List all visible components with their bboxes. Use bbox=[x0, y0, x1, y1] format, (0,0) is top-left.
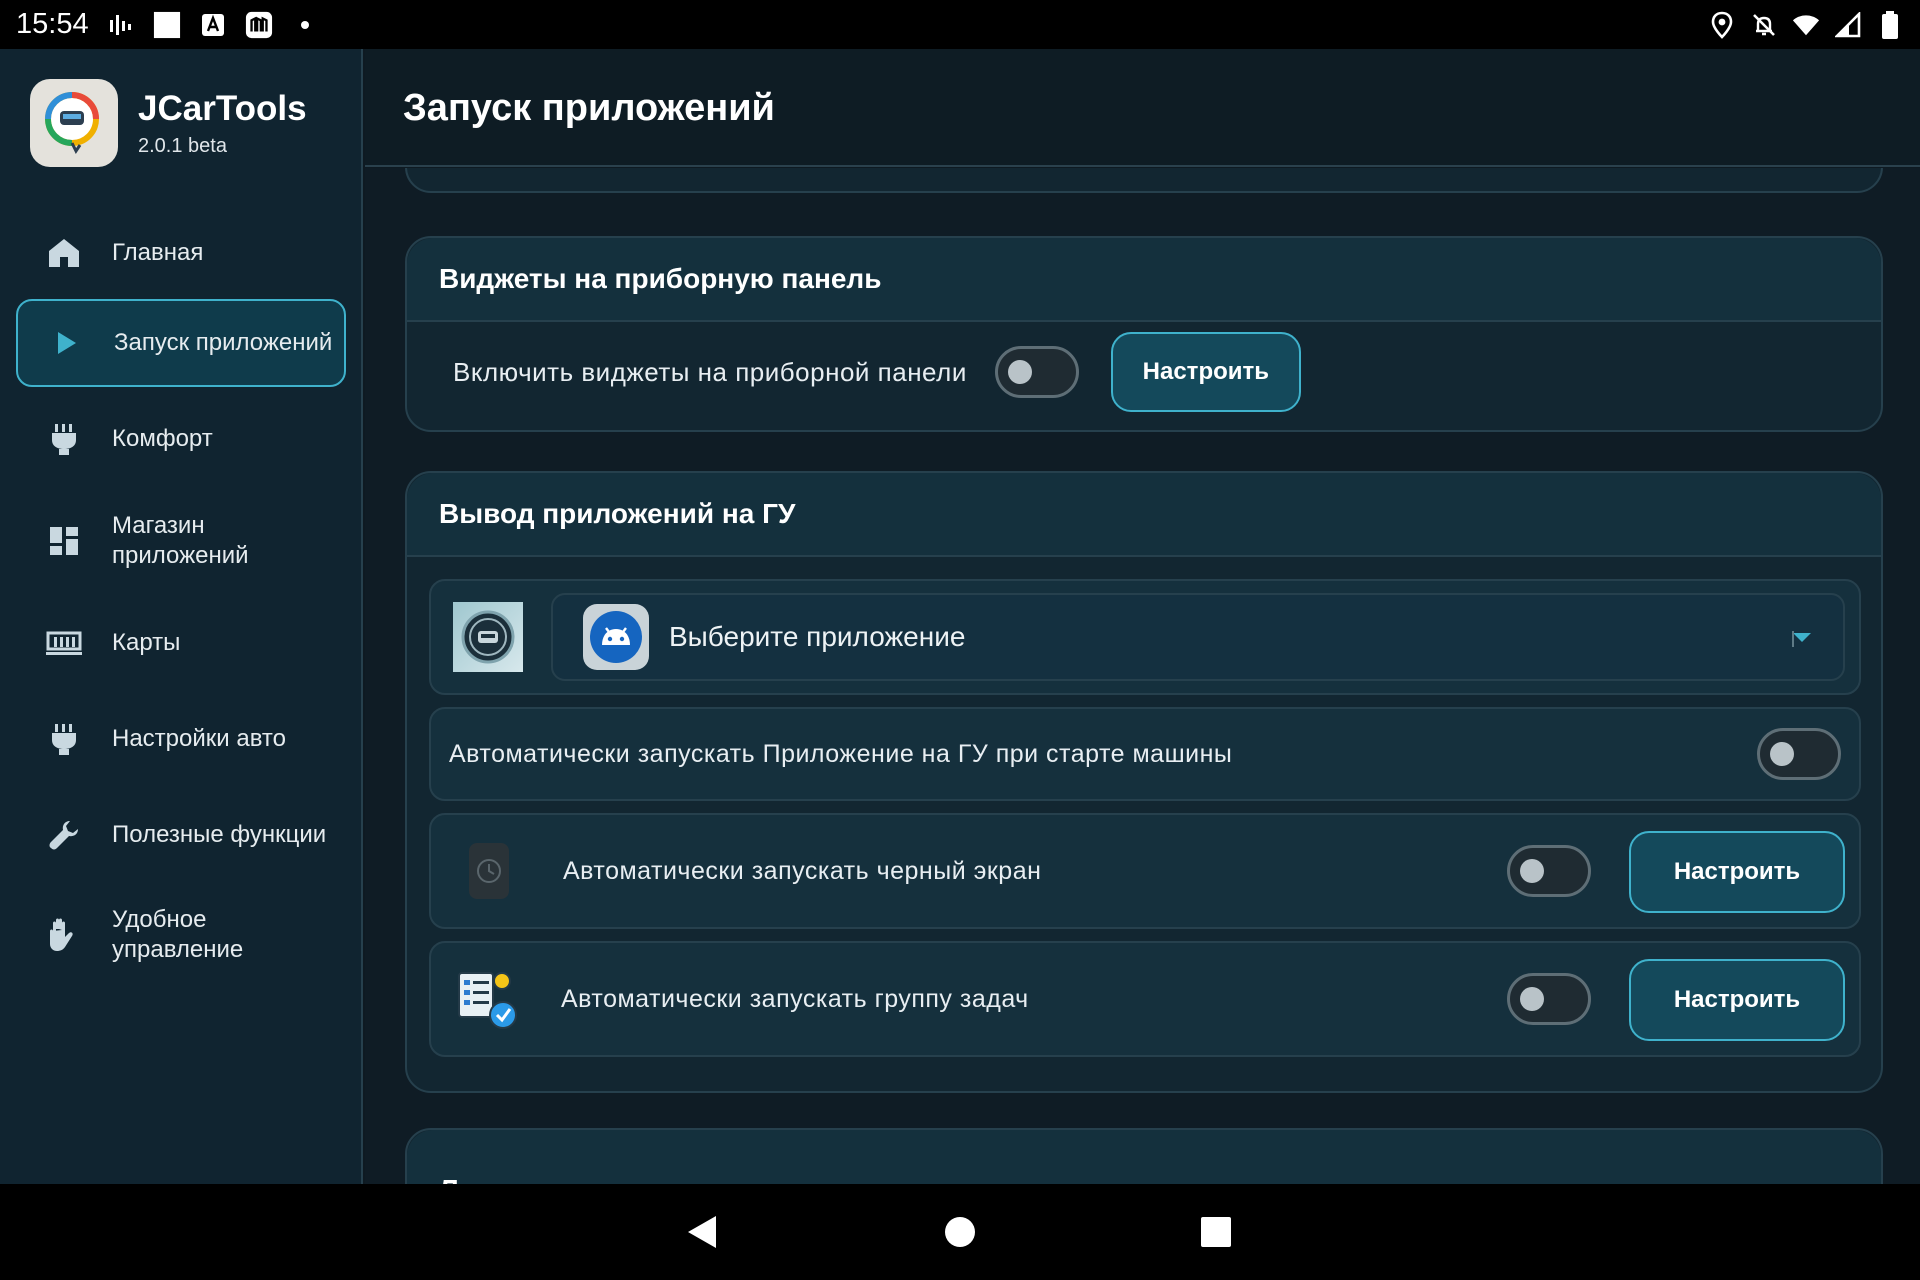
task-group-label: Автоматически запускать группу задач bbox=[561, 984, 1029, 1013]
sidebar-item-useful-functions[interactable]: Полезные функции bbox=[16, 791, 346, 879]
sidebar-item-app-store[interactable]: Магазин приложений bbox=[16, 493, 346, 589]
autostart-row: Автоматически запускать Приложение на ГУ… bbox=[429, 707, 1861, 801]
app-notification-icon bbox=[245, 11, 273, 39]
location-icon bbox=[1708, 11, 1736, 39]
keyboard-icon bbox=[199, 11, 227, 39]
notifications-off-icon bbox=[1750, 11, 1778, 39]
head-unit-card: Вывод приложений на ГУ Выберите приложен… bbox=[405, 471, 1883, 1093]
main-content[interactable]: Виджеты на приборную панель Включить вид… bbox=[365, 168, 1920, 1184]
plug-icon bbox=[44, 719, 84, 759]
task-group-row: Автоматически запускать группу задач Нас… bbox=[429, 941, 1861, 1057]
head-unit-app-icon bbox=[453, 602, 523, 672]
black-screen-configure-button[interactable]: Настроить bbox=[1629, 831, 1845, 913]
android-icon bbox=[583, 604, 649, 670]
sidebar-item-label-line1: Удобное bbox=[112, 906, 207, 933]
app-brand: JCarTools 2.0.1 beta bbox=[30, 79, 307, 167]
chevron-down-icon bbox=[1791, 629, 1813, 654]
sidebar-item-label: Запуск приложений bbox=[114, 329, 333, 356]
sidebar-item-label: Полезные функции bbox=[112, 821, 327, 848]
launcher-card: Лаунчер bbox=[405, 1128, 1883, 1184]
hand-icon bbox=[44, 915, 84, 955]
autostart-toggle[interactable] bbox=[1757, 728, 1841, 780]
system-navigation-bar bbox=[0, 1184, 1920, 1280]
status-time: 15:54 bbox=[16, 8, 89, 40]
task-group-toggle[interactable] bbox=[1507, 973, 1591, 1025]
sidebar-item-label-line2: приложений bbox=[112, 542, 249, 569]
app-select-row: Выберите приложение bbox=[429, 579, 1861, 695]
task-list-icon bbox=[455, 967, 519, 1031]
sidebar-item-comfort[interactable]: Комфорт bbox=[16, 395, 346, 483]
wrench-icon bbox=[44, 815, 84, 855]
widgets-card: Виджеты на приборную панель Включить вид… bbox=[405, 236, 1883, 432]
page-header: Запуск приложений bbox=[365, 49, 1920, 167]
task-group-configure-button[interactable]: Настроить bbox=[1629, 959, 1845, 1041]
app-version: 2.0.1 beta bbox=[138, 134, 227, 157]
sidebar-item-label-line1: Магазин bbox=[112, 512, 205, 539]
app-select-placeholder: Выберите приложение bbox=[669, 621, 966, 652]
page-title: Запуск приложений bbox=[403, 87, 775, 129]
status-bar: 15:54 bbox=[0, 0, 1920, 49]
widgets-configure-button[interactable]: Настроить bbox=[1110, 332, 1301, 412]
wifi-icon bbox=[1792, 11, 1820, 39]
head-unit-card-title: Вывод приложений на ГУ bbox=[407, 473, 1881, 557]
app-name: JCarTools bbox=[138, 88, 307, 128]
sidebar-item-app-launch[interactable]: Запуск приложений bbox=[16, 299, 346, 387]
sidebar-item-label: Настройки авто bbox=[112, 725, 286, 752]
widgets-toggle-label: Включить виджеты на приборной панели bbox=[453, 356, 967, 387]
sidebar-item-car-settings[interactable]: Настройки авто bbox=[16, 695, 346, 783]
launcher-card-title: Лаунчер bbox=[407, 1130, 1881, 1184]
app-logo bbox=[30, 79, 118, 167]
black-screen-row: Автоматически запускать черный экран Нас… bbox=[429, 813, 1861, 929]
sidebar-item-home[interactable]: Главная bbox=[16, 209, 346, 297]
app-select-dropdown[interactable]: Выберите приложение bbox=[551, 593, 1845, 681]
black-screen-toggle[interactable] bbox=[1507, 845, 1591, 897]
white-square-icon bbox=[153, 11, 181, 39]
sidebar-item-label: Главная bbox=[112, 239, 204, 266]
battery-icon bbox=[1876, 10, 1904, 39]
sidebar-item-label: Комфорт bbox=[112, 425, 213, 452]
black-screen-icon bbox=[469, 843, 509, 899]
previous-card-remnant bbox=[405, 168, 1883, 193]
sidebar-item-label-line2: управление bbox=[112, 936, 244, 963]
back-icon[interactable] bbox=[686, 1214, 718, 1255]
cellular-signal-icon bbox=[1834, 11, 1862, 39]
sidebar-item-convenient-control[interactable]: Удобное управление bbox=[16, 887, 346, 983]
plug-icon bbox=[44, 419, 84, 459]
sidebar: JCarTools 2.0.1 beta Главная Запуск прил… bbox=[0, 49, 363, 1184]
black-screen-label: Автоматически запускать черный экран bbox=[563, 856, 1042, 885]
signal-activity-icon bbox=[107, 11, 135, 39]
play-icon bbox=[46, 323, 86, 363]
home-circle-icon[interactable] bbox=[944, 1216, 976, 1253]
recents-icon[interactable] bbox=[1200, 1216, 1232, 1253]
sidebar-item-label: Карты bbox=[112, 629, 181, 656]
map-icon bbox=[44, 623, 84, 663]
widgets-card-title: Виджеты на приборную панель bbox=[407, 238, 1881, 322]
dot-icon bbox=[291, 11, 319, 39]
dashboard-icon bbox=[44, 521, 84, 561]
widgets-toggle[interactable] bbox=[994, 346, 1079, 398]
autostart-label: Автоматически запускать Приложение на ГУ… bbox=[449, 739, 1233, 768]
home-icon bbox=[44, 233, 84, 273]
sidebar-item-maps[interactable]: Карты bbox=[16, 599, 346, 687]
